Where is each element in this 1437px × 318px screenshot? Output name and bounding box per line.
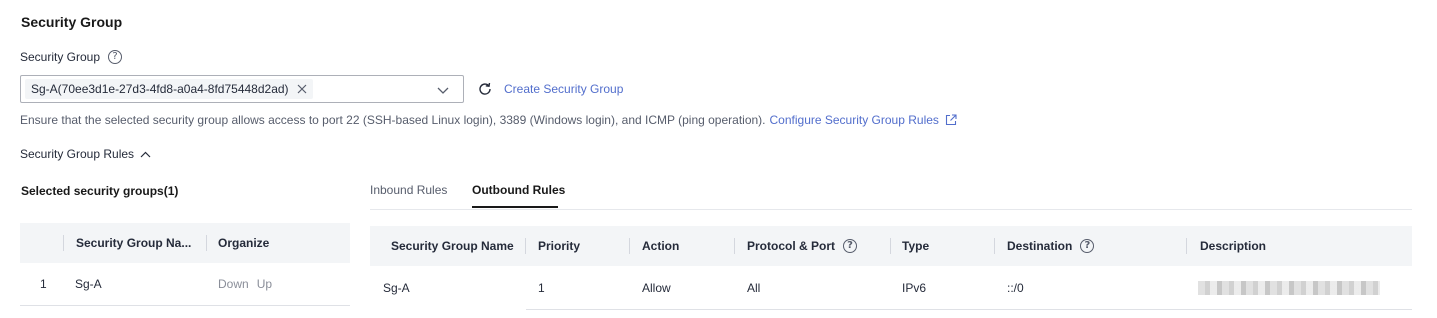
rule-description-redacted [1198, 266, 1380, 310]
rule-destination: ::/0 [1007, 281, 1024, 295]
column-header-priority: Priority [538, 239, 581, 253]
question-circle-icon[interactable]: ? [1080, 239, 1095, 253]
create-security-group-link[interactable]: Create Security Group [504, 82, 623, 96]
rules-table-header: Security Group Name Priority Action Prot… [370, 226, 1412, 266]
refresh-icon[interactable] [477, 81, 493, 97]
column-divider [63, 235, 64, 251]
hint-text: Ensure that the selected security group … [20, 113, 766, 127]
selected-groups-table-header: Security Group Na... Organize [20, 223, 350, 263]
outbound-rules-table: Security Group Name Priority Action Prot… [370, 226, 1412, 310]
active-tab-indicator [472, 206, 558, 208]
security-group-rules-toggle[interactable]: Security Group Rules [20, 147, 151, 161]
column-divider [1186, 238, 1187, 254]
column-divider [525, 238, 526, 254]
selected-groups-table: Security Group Na... Organize 1 Sg-A Dow… [20, 223, 350, 306]
column-header-description: Description [1200, 239, 1267, 253]
question-circle-icon[interactable]: ? [843, 239, 858, 253]
move-down-button[interactable]: Down [218, 277, 249, 291]
configure-rules-link[interactable]: Configure Security Group Rules [770, 113, 939, 127]
security-group-label-text: Security Group [20, 50, 101, 64]
rules-tabs: Inbound Rules Outbound Rules [370, 172, 1412, 210]
row-group-name: Sg-A [75, 277, 102, 291]
rule-protocol-port: All [747, 281, 761, 295]
row-index: 1 [40, 277, 47, 291]
chevron-up-icon [140, 151, 151, 158]
rule-type: IPv6 [902, 281, 927, 295]
column-divider [734, 238, 735, 254]
organize-actions: Down Up [218, 263, 272, 305]
rule-priority: 1 [538, 281, 545, 295]
rules-toggle-label: Security Group Rules [20, 147, 135, 161]
column-header-action: Action [642, 239, 680, 253]
close-icon[interactable] [297, 84, 307, 94]
section-title: Security Group [21, 14, 123, 30]
protocol-port-header-text: Protocol & Port [747, 239, 836, 253]
table-row: 1 Sg-A Down Up [20, 263, 350, 306]
column-header-name: Security Group Na... [76, 236, 192, 250]
chevron-down-icon[interactable] [437, 84, 449, 98]
selected-security-group-text: Sg-A(70ee3d1e-27d3-4fd8-a0a4-8fd75448d2a… [31, 82, 289, 96]
rule-security-group-name: Sg-A [383, 281, 410, 295]
security-group-hint: Ensure that the selected security group … [20, 113, 957, 127]
selected-security-group-tag: Sg-A(70ee3d1e-27d3-4fd8-a0a4-8fd75448d2a… [25, 79, 313, 99]
row-divider [526, 309, 1412, 310]
security-group-select[interactable]: Sg-A(70ee3d1e-27d3-4fd8-a0a4-8fd75448d2a… [20, 75, 464, 103]
destination-header-text: Destination [1007, 239, 1073, 253]
column-divider [629, 238, 630, 254]
column-header-security-group-name: Security Group Name [391, 239, 514, 253]
column-divider [890, 238, 891, 254]
security-group-label: Security Group ? [20, 50, 123, 64]
rule-action: Allow [642, 281, 671, 295]
column-header-protocol-port: Protocol & Port ? [747, 226, 858, 266]
column-divider [994, 238, 995, 254]
move-up-button[interactable]: Up [257, 277, 272, 291]
tab-outbound-rules[interactable]: Outbound Rules [472, 183, 565, 197]
table-row: Sg-A 1 Allow All IPv6 ::/0 [370, 266, 1412, 310]
column-divider [206, 235, 207, 251]
column-header-type: Type [902, 239, 930, 253]
column-header-destination: Destination ? [1007, 226, 1095, 266]
selected-groups-title: Selected security groups(1) [21, 184, 179, 198]
external-link-icon[interactable] [945, 114, 957, 126]
column-header-organize: Organize [218, 236, 270, 250]
question-circle-icon[interactable]: ? [108, 50, 123, 64]
tab-inbound-rules[interactable]: Inbound Rules [370, 183, 447, 197]
